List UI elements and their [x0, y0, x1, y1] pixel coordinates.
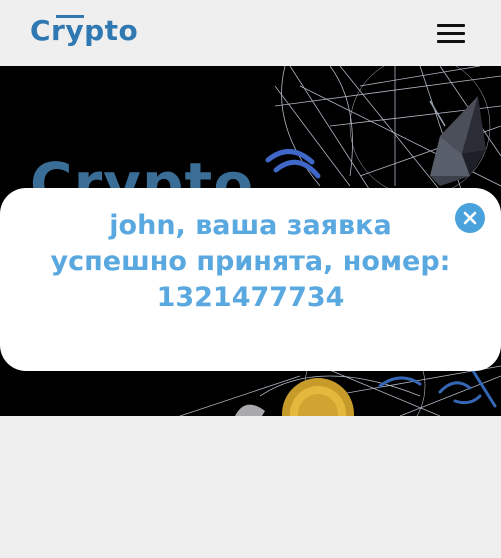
close-icon[interactable] — [455, 203, 485, 233]
ethereum-crystal-graphic — [429, 96, 486, 186]
silver-coin-graphic — [235, 404, 265, 416]
modal-message-line-3: 1321477734 — [156, 282, 345, 313]
success-modal: john, ваша заявка успешно принята, номер… — [0, 188, 501, 371]
modal-message: john, ваша заявка успешно принята, номер… — [20, 208, 481, 316]
blue-scribble-graphic — [378, 364, 497, 408]
modal-message-line-2: успешно принята, номер: — [50, 246, 451, 277]
site-logo[interactable]: Crypto — [30, 14, 138, 47]
modal-message-line-1: john, ваша заявка — [109, 210, 392, 241]
page: Crypto Crypto john, ваша заявка успешно … — [0, 0, 501, 558]
blue-ribbon-graphic — [265, 149, 321, 179]
site-header: Crypto — [0, 0, 501, 66]
hamburger-menu-icon[interactable] — [436, 22, 466, 44]
gold-coin-graphic — [282, 378, 354, 416]
